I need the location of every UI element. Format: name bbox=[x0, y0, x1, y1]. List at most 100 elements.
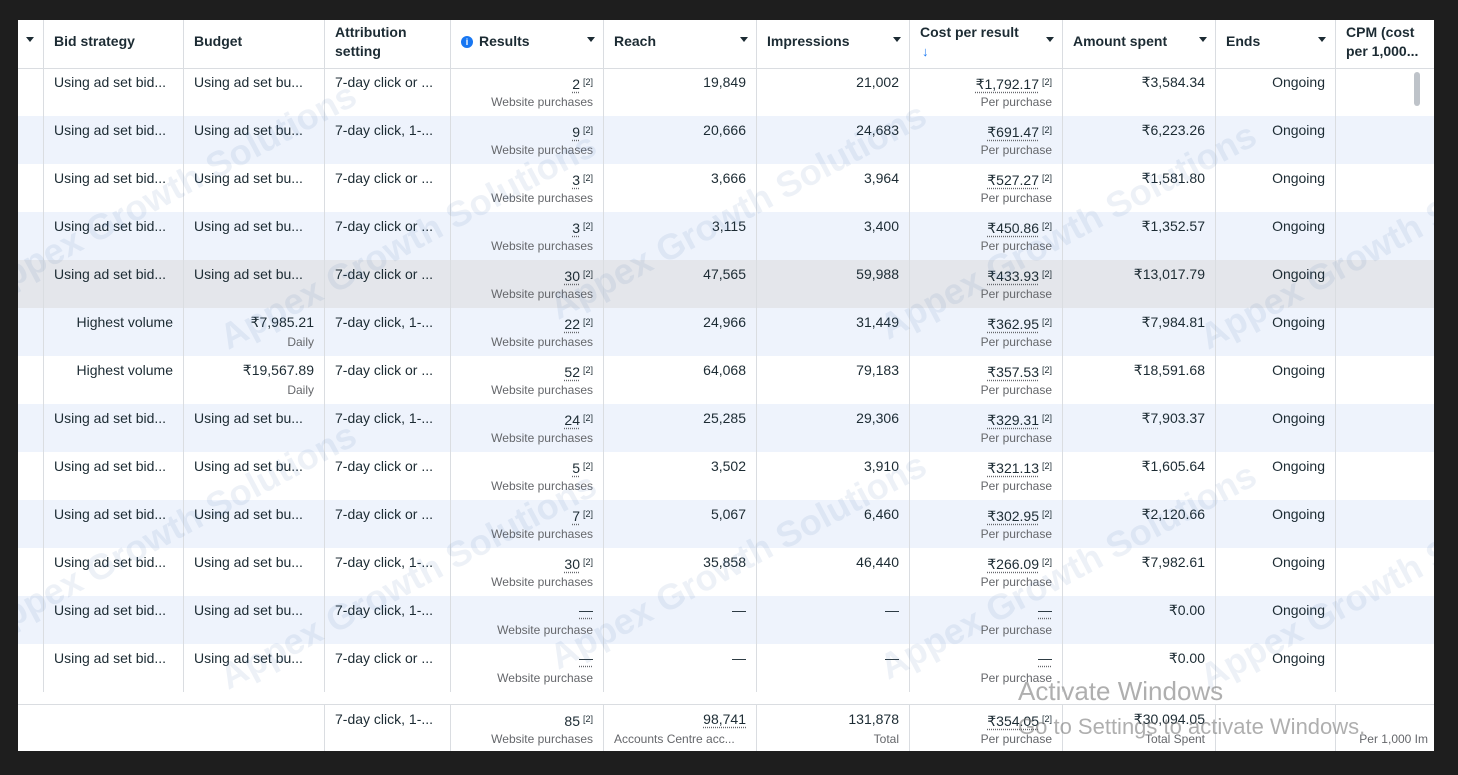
column-header-budget[interactable]: Budget bbox=[184, 20, 325, 68]
sort-descending-icon[interactable]: ↓ bbox=[922, 44, 929, 59]
reach-cell: 19,849 bbox=[604, 68, 757, 116]
row-select-cell[interactable] bbox=[18, 596, 44, 644]
row-select-cell[interactable] bbox=[18, 500, 44, 548]
row-select-cell[interactable] bbox=[18, 548, 44, 596]
row-select-cell[interactable] bbox=[18, 260, 44, 308]
table-row[interactable]: Using ad set bid... Using ad set bu... 7-d… bbox=[18, 164, 1434, 212]
row-select-cell[interactable] bbox=[18, 452, 44, 500]
amount-spent-cell: ₹7,903.37 bbox=[1063, 404, 1216, 452]
reach-cell: 35,858 bbox=[604, 548, 757, 596]
reach-cell: 3,502 bbox=[604, 452, 757, 500]
chevron-down-icon[interactable] bbox=[740, 37, 748, 42]
results-cell: 5 [2] Website purchases bbox=[451, 452, 604, 500]
amount-spent-cell: ₹2,120.66 bbox=[1063, 500, 1216, 548]
results-cell: 30 [2] Website purchases bbox=[451, 548, 604, 596]
amount-spent-cell: ₹7,982.61 bbox=[1063, 548, 1216, 596]
row-select-cell[interactable] bbox=[18, 356, 44, 404]
cpm-cell bbox=[1336, 452, 1434, 500]
amount-spent-cell: ₹3,584.34 bbox=[1063, 68, 1216, 116]
reach-cell: 47,565 bbox=[604, 260, 757, 308]
table-row[interactable]: Using ad set bid... Using ad set bu... 7-d… bbox=[18, 500, 1434, 548]
row-select-cell[interactable] bbox=[18, 164, 44, 212]
table-row[interactable]: Highest volume ₹19,567.89 Daily 7-day click… bbox=[18, 356, 1434, 404]
column-header-amount-spent[interactable]: Amount spent bbox=[1063, 20, 1216, 68]
cpm-cell bbox=[1336, 308, 1434, 356]
ends-cell: Ongoing bbox=[1216, 404, 1336, 452]
bid-strategy-cell: Using ad set bid... bbox=[44, 596, 184, 644]
column-header-ends[interactable]: Ends bbox=[1216, 20, 1336, 68]
results-cell: 3 [2] Website purchases bbox=[451, 164, 604, 212]
table-row[interactable]: Using ad set bid... Using ad set bu... 7-d… bbox=[18, 260, 1434, 308]
column-header-cpm[interactable]: CPM (cost per 1,000... bbox=[1336, 20, 1434, 68]
attribution-cell: 7-day click or ... bbox=[325, 452, 451, 500]
budget-cell: Using ad set bu... bbox=[184, 404, 325, 452]
reach-cell: 24,966 bbox=[604, 308, 757, 356]
row-select-cell[interactable] bbox=[18, 68, 44, 116]
table-row[interactable]: Using ad set bid... Using ad set bu... 7-d… bbox=[18, 596, 1434, 644]
row-select-cell[interactable] bbox=[18, 644, 44, 692]
cost-per-result-cell: ₹1,792.17 [2] Per purchase bbox=[910, 68, 1063, 116]
attribution-cell: 7-day click, 1-... bbox=[325, 548, 451, 596]
cpm-cell bbox=[1336, 212, 1434, 260]
amount-spent-cell: ₹1,352.57 bbox=[1063, 212, 1216, 260]
column-header-bid-strategy[interactable]: Bid strategy bbox=[44, 20, 184, 68]
ends-cell: Ongoing bbox=[1216, 68, 1336, 116]
results-cell: — Website purchase bbox=[451, 596, 604, 644]
table-row[interactable]: Using ad set bid... Using ad set bu... 7-d… bbox=[18, 212, 1434, 260]
budget-cell: Using ad set bu... bbox=[184, 68, 325, 116]
row-select-cell[interactable] bbox=[18, 404, 44, 452]
ends-cell: Ongoing bbox=[1216, 260, 1336, 308]
table-row[interactable]: Using ad set bid... Using ad set bu... 7-d… bbox=[18, 68, 1434, 116]
table-row[interactable]: Using ad set bid... Using ad set bu... 7-d… bbox=[18, 452, 1434, 500]
impressions-cell: 6,460 bbox=[757, 500, 910, 548]
bid-strategy-cell: Using ad set bid... bbox=[44, 452, 184, 500]
bid-strategy-cell: Using ad set bid... bbox=[44, 68, 184, 116]
chevron-down-icon[interactable] bbox=[1046, 37, 1054, 42]
reach-cell: 3,115 bbox=[604, 212, 757, 260]
ends-cell: Ongoing bbox=[1216, 548, 1336, 596]
cpm-cell bbox=[1336, 404, 1434, 452]
column-header-cost-per-result[interactable]: Cost per result ↓ bbox=[910, 20, 1063, 68]
ends-cell: Ongoing bbox=[1216, 644, 1336, 692]
select-column-header[interactable] bbox=[18, 20, 44, 68]
budget-cell: ₹19,567.89 Daily bbox=[184, 356, 325, 404]
impressions-cell: 79,183 bbox=[757, 356, 910, 404]
results-cell: — Website purchase bbox=[451, 644, 604, 692]
chevron-down-icon[interactable] bbox=[1318, 37, 1326, 42]
bid-strategy-cell: Highest volume bbox=[44, 356, 184, 404]
attribution-cell: 7-day click or ... bbox=[325, 260, 451, 308]
column-header-impressions[interactable]: Impressions bbox=[757, 20, 910, 68]
row-select-cell[interactable] bbox=[18, 308, 44, 356]
reach-cell: — bbox=[604, 596, 757, 644]
table-row[interactable]: Using ad set bid... Using ad set bu... 7-d… bbox=[18, 404, 1434, 452]
attribution-cell: 7-day click or ... bbox=[325, 212, 451, 260]
chevron-down-icon[interactable] bbox=[587, 37, 595, 42]
cpm-cell bbox=[1336, 164, 1434, 212]
ends-cell: Ongoing bbox=[1216, 116, 1336, 164]
impressions-cell: 24,683 bbox=[757, 116, 910, 164]
cost-per-result-cell: ₹691.47 [2] Per purchase bbox=[910, 116, 1063, 164]
row-select-cell[interactable] bbox=[18, 116, 44, 164]
vertical-scrollbar[interactable] bbox=[1414, 72, 1420, 106]
column-header-reach[interactable]: Reach bbox=[604, 20, 757, 68]
attribution-cell: 7-day click, 1-... bbox=[325, 596, 451, 644]
info-icon[interactable]: i bbox=[461, 36, 473, 48]
attribution-cell: 7-day click or ... bbox=[325, 164, 451, 212]
cost-per-result-cell: — Per purchase bbox=[910, 596, 1063, 644]
ends-cell: Ongoing bbox=[1216, 500, 1336, 548]
budget-cell: Using ad set bu... bbox=[184, 212, 325, 260]
results-cell: 9 [2] Website purchases bbox=[451, 116, 604, 164]
amount-spent-cell: ₹1,581.80 bbox=[1063, 164, 1216, 212]
column-header-attribution[interactable]: Attribution setting bbox=[325, 20, 451, 68]
chevron-down-icon[interactable] bbox=[893, 37, 901, 42]
table-row[interactable]: Highest volume ₹7,985.21 Daily 7-day click,… bbox=[18, 308, 1434, 356]
chevron-down-icon[interactable] bbox=[1199, 37, 1207, 42]
cost-per-result-cell: ₹362.95 [2] Per purchase bbox=[910, 308, 1063, 356]
table-row[interactable]: Using ad set bid... Using ad set bu... 7-d… bbox=[18, 116, 1434, 164]
table-row[interactable]: Using ad set bid... Using ad set bu... 7-d… bbox=[18, 548, 1434, 596]
column-header-results[interactable]: i Results bbox=[451, 20, 604, 68]
row-select-cell[interactable] bbox=[18, 212, 44, 260]
impressions-cell: 59,988 bbox=[757, 260, 910, 308]
bid-strategy-cell: Using ad set bid... bbox=[44, 212, 184, 260]
chevron-down-icon[interactable] bbox=[26, 37, 34, 42]
